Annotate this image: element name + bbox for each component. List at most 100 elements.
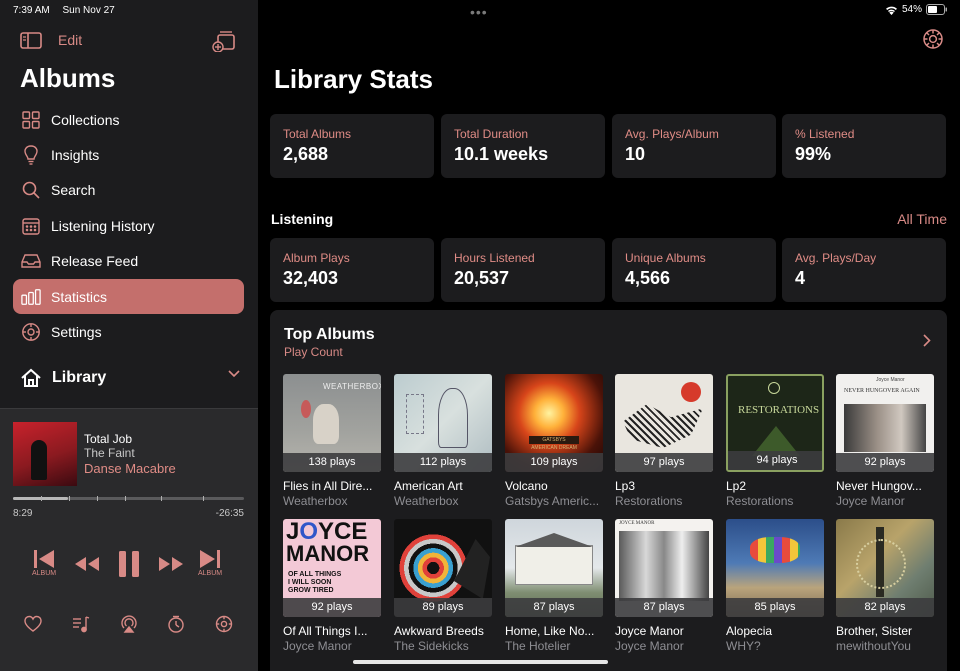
top-albums-panel: Top Albums Play Count WEATHERBOX 138 pla… — [270, 310, 947, 671]
sidebar-item-statistics[interactable]: Statistics — [13, 278, 244, 315]
album-play-count: 97 plays — [615, 453, 713, 472]
airplay-icon[interactable] — [120, 615, 138, 633]
sidebar-item-insights[interactable]: Insights — [13, 137, 244, 172]
album-play-count: 92 plays — [283, 598, 381, 617]
pause-button[interactable] — [117, 550, 141, 578]
album-artist: Weatherbox — [283, 494, 348, 508]
fast-forward-button[interactable] — [158, 556, 184, 572]
album-tile[interactable]: 112 plays American Art Weatherbox — [394, 374, 492, 508]
main-content: ••• 54% Library Stats Total Albums 2,688… — [258, 0, 960, 671]
library-section-header[interactable]: Library — [20, 366, 244, 390]
lightbulb-icon — [21, 145, 41, 165]
stat-card-avg-plays-album: Avg. Plays/Album 10 — [612, 114, 776, 178]
settings-gear-icon[interactable] — [922, 28, 944, 50]
status-bar-left: 7:39 AM Sun Nov 27 — [13, 5, 125, 16]
next-album-button[interactable]: ALBUM — [198, 549, 222, 577]
album-artwork: 112 plays — [394, 374, 492, 472]
sidebar-item-collections[interactable]: Collections — [13, 102, 244, 137]
sidebar-toolbar: Edit — [20, 30, 240, 52]
album-tile[interactable]: GATSBYS AMERICAN DREAM 109 plays Volcano… — [505, 374, 603, 508]
album-title: Joyce Manor — [615, 624, 684, 638]
rewind-button[interactable] — [74, 556, 100, 572]
sidebar-item-search[interactable]: Search — [13, 173, 244, 208]
time-range-button[interactable]: All Time — [897, 211, 947, 227]
skip-forward-icon — [200, 550, 221, 568]
album-tile[interactable]: Joyce Manor NEVER HUNGOVER AGAIN 92 play… — [836, 374, 934, 508]
album-artwork: Joyce Manor NEVER HUNGOVER AGAIN 92 play… — [836, 374, 934, 472]
stat-card-percent-listened: % Listened 99% — [782, 114, 946, 178]
album-artist: Joyce Manor — [283, 639, 352, 653]
sidebar-toggle-icon[interactable] — [20, 32, 42, 49]
chevron-down-icon[interactable] — [228, 370, 240, 378]
listening-section-title: Listening — [271, 211, 334, 227]
album-tile[interactable]: 89 plays Awkward Breeds The Sidekicks — [394, 519, 492, 653]
gear-icon[interactable] — [215, 615, 233, 633]
sidebar-item-settings[interactable]: Settings — [13, 314, 244, 349]
library-label: Library — [52, 369, 107, 386]
rewind-icon — [75, 557, 99, 571]
page-title: Library Stats — [274, 64, 433, 94]
sidebar-item-label: Settings — [51, 324, 102, 341]
top-albums-title[interactable]: Top Albums — [284, 326, 375, 344]
status-time: 7:39 AM — [13, 5, 50, 16]
stat-card-hours-listened: Hours Listened 20,537 — [441, 238, 605, 302]
album-tile[interactable]: RESTORATIONS 94 plays Lp2 Restorations — [726, 374, 824, 508]
progress-scrubber[interactable] — [13, 496, 244, 501]
sidebar-title: Albums — [20, 63, 116, 93]
calendar-icon — [21, 216, 41, 236]
album-tile[interactable]: WEATHERBOX 138 plays Flies in All Dire..… — [283, 374, 381, 508]
stat-value: 32,403 — [283, 268, 339, 288]
album-title: Volcano — [505, 479, 548, 493]
album-artwork: 85 plays — [726, 519, 824, 617]
now-playing-album[interactable]: Danse Macabre — [84, 461, 176, 476]
now-playing-artist: The Faint — [84, 446, 135, 460]
album-play-count: 89 plays — [394, 598, 492, 617]
album-play-count: 92 plays — [836, 453, 934, 472]
album-tile[interactable]: 87 plays Home, Like No... The Hotelier — [505, 519, 603, 653]
stat-card-unique-albums: Unique Albums 4,566 — [612, 238, 776, 302]
album-title: Lp3 — [615, 479, 636, 493]
now-playing-panel: Total Job The Faint Danse Macabre 8:29 -… — [0, 408, 258, 671]
sleep-timer-icon[interactable] — [167, 615, 185, 633]
sidebar-item-label: Release Feed — [51, 253, 139, 270]
album-artwork: GATSBYS AMERICAN DREAM 109 plays — [505, 374, 603, 472]
album-title: Never Hungov... — [836, 479, 922, 493]
multitasking-dots[interactable]: ••• — [470, 4, 488, 20]
next-album-caption: ALBUM — [198, 570, 223, 577]
album-tile[interactable]: 97 plays Lp3 Restorations — [615, 374, 713, 508]
album-artwork: RESTORATIONS 94 plays — [726, 374, 824, 472]
album-play-count: 87 plays — [615, 598, 713, 617]
bar-chart-icon — [21, 287, 41, 307]
edit-button[interactable]: Edit — [58, 32, 82, 48]
grid-icon — [21, 110, 41, 130]
pause-icon — [119, 551, 139, 577]
stat-label: Avg. Plays/Day — [795, 251, 877, 265]
stat-card-total-albums: Total Albums 2,688 — [270, 114, 434, 178]
status-date: Sun Nov 27 — [62, 5, 115, 16]
album-play-count: 138 plays — [283, 453, 381, 472]
add-collection-icon[interactable] — [212, 28, 236, 52]
album-tile[interactable]: 82 plays Brother, Sister mewithoutYou — [836, 519, 934, 653]
album-artist: Weatherbox — [394, 494, 459, 508]
home-indicator[interactable] — [353, 660, 608, 664]
sidebar-item-label: Statistics — [51, 288, 108, 305]
album-artwork: 82 plays — [836, 519, 934, 617]
album-title: Flies in All Dire... — [283, 479, 373, 493]
status-bar-right: 54% — [885, 4, 948, 15]
queue-icon[interactable] — [72, 615, 90, 633]
album-tile[interactable]: JOYCE MANOR 87 plays Joyce Manor Joyce M… — [615, 519, 713, 653]
album-title: American Art — [394, 479, 463, 493]
album-tile[interactable]: JOYCE MANOR OF ALL THINGS I WILL SOON GROW… — [283, 519, 381, 653]
sidebar-item-listening-history[interactable]: Listening History — [13, 208, 244, 243]
chevron-right-icon[interactable] — [923, 334, 931, 347]
album-play-count: 85 plays — [726, 598, 824, 617]
heart-icon[interactable] — [24, 615, 42, 633]
wifi-icon — [885, 6, 897, 15]
sidebar-item-release-feed[interactable]: Release Feed — [13, 244, 244, 279]
stat-label: Unique Albums — [625, 251, 706, 265]
now-playing-artwork[interactable] — [13, 422, 77, 486]
album-tile[interactable]: 85 plays Alopecia WHY? — [726, 519, 824, 653]
previous-album-button[interactable]: ALBUM — [32, 549, 56, 577]
album-artist: WHY? — [726, 639, 761, 653]
stat-card-avg-plays-day: Avg. Plays/Day 4 — [782, 238, 946, 302]
